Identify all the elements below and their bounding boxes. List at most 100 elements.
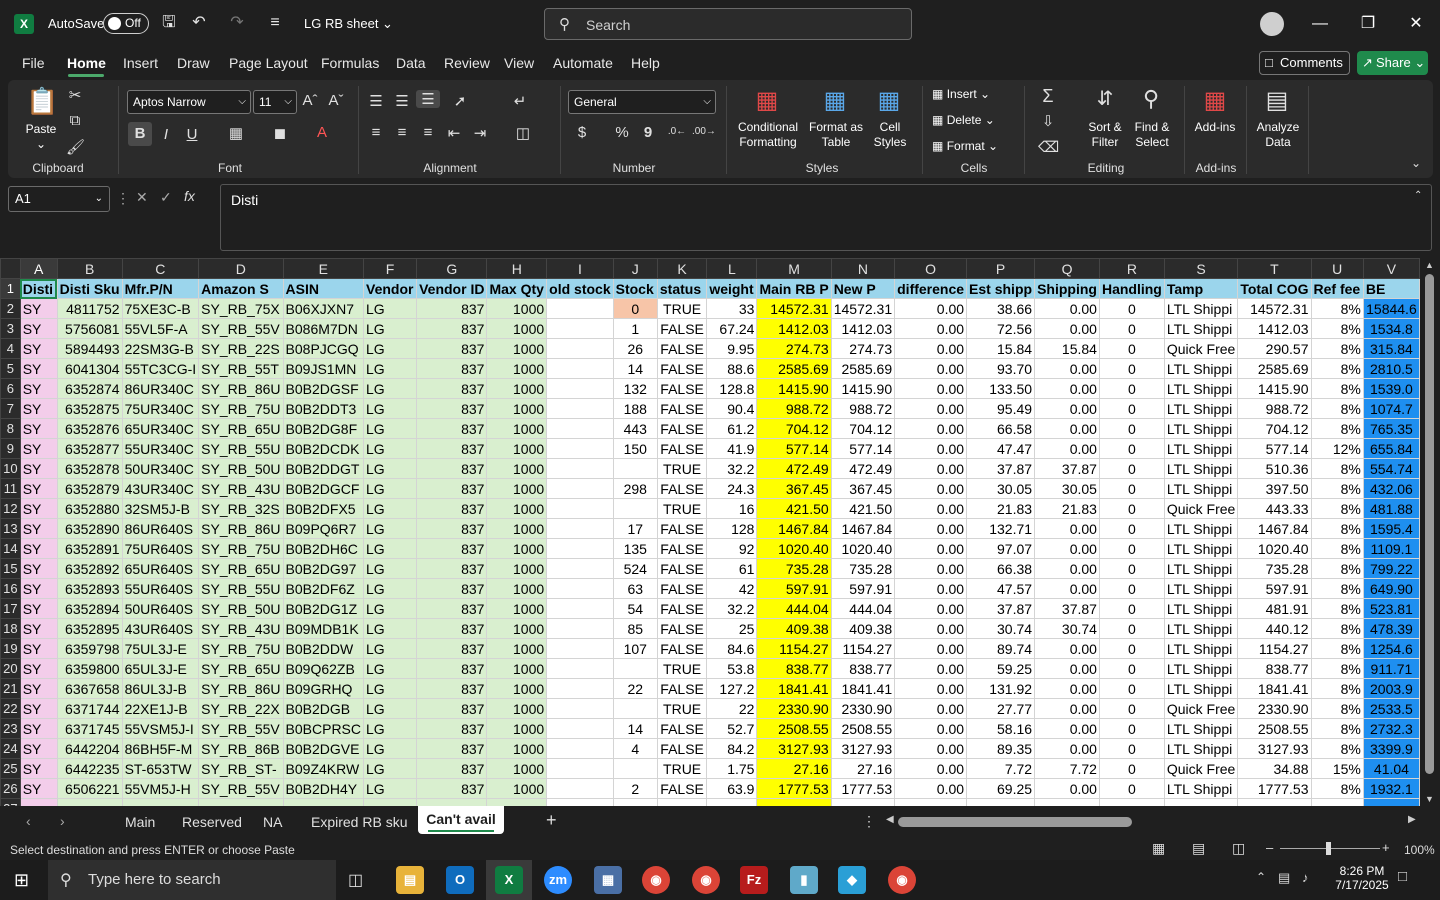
cell[interactable]: 765.35 [1362,418,1420,439]
cell[interactable]: FALSE [656,418,708,439]
tab-help[interactable]: Help [631,55,660,71]
cell[interactable]: 367.45 [830,478,896,499]
scroll-right-icon[interactable]: ▶ [1408,814,1416,825]
cell[interactable] [546,518,614,539]
cell[interactable]: B0B2DGCF [282,478,365,499]
cell[interactable]: LTL Shippi [1163,378,1239,399]
row-header[interactable]: 26 [0,778,21,799]
cell[interactable]: 1932.1 [1362,778,1420,799]
cell[interactable]: 0.00 [1034,518,1100,539]
cell[interactable]: 0.00 [1034,538,1100,559]
cell[interactable]: 0 [1098,418,1165,439]
cell[interactable]: 649.90 [1362,578,1420,599]
prev-sheet-icon[interactable]: ‹ [26,813,31,829]
cell[interactable]: FALSE [656,638,708,659]
column-title-cell[interactable]: Shipping [1034,278,1100,299]
cell[interactable]: 65UR640S [121,558,200,579]
cell[interactable]: 597.91 [1237,578,1312,599]
row-header[interactable]: 15 [0,558,21,579]
sheet-tab-expired[interactable]: Expired RB sku [311,814,407,830]
cell[interactable]: 0.00 [894,378,968,399]
tab-split-handle[interactable]: ⋮ [862,813,876,830]
cell[interactable]: 837 [416,678,488,699]
cell[interactable]: B0B2DGVE [282,738,365,759]
cell[interactable]: LTL Shippi [1163,358,1239,379]
cell[interactable]: SY_RB_86U [198,678,284,699]
analyze-data-button[interactable]: Analyze Data [1252,120,1304,150]
cell[interactable]: 22 [706,698,758,719]
cell[interactable]: 30.05 [1034,478,1100,499]
cell[interactable]: TRUE [656,498,708,519]
cell[interactable]: 15.84 [966,338,1036,359]
column-title-cell[interactable]: Est shipp [966,278,1036,299]
cell[interactable]: 67.24 [706,318,758,339]
cell[interactable]: 2585.69 [1237,358,1312,379]
zoom-out-icon[interactable]: – [1266,840,1273,855]
cell[interactable]: B06XJXN7 [282,298,365,319]
tray-chevron-icon[interactable]: ⌃ [1256,870,1266,884]
cell[interactable]: 1534.8 [1362,318,1420,339]
cell[interactable]: B08PJCGQ [282,338,365,359]
cell[interactable]: 1000 [486,738,548,759]
close-icon[interactable]: ✕ [1404,12,1428,36]
row-header[interactable]: 22 [0,698,21,719]
collapse-ribbon-icon[interactable]: ⌄ [1408,156,1424,170]
cell[interactable]: B09MDB1K [282,618,365,639]
cell[interactable]: SY [19,538,58,559]
cell[interactable]: 0 [1098,478,1165,499]
column-header-b[interactable]: B [56,258,123,279]
cell[interactable]: 75UL3J-E [121,638,200,659]
cell[interactable]: SY [19,718,58,739]
cell[interactable]: 43UR340C [121,478,200,499]
cell[interactable]: 0.00 [894,498,968,519]
cell[interactable]: 75UR340C [121,398,200,419]
cell[interactable]: SY_RB_65U [198,418,284,439]
cell[interactable] [1034,798,1100,806]
comma-style-button[interactable]: 9 [640,124,656,141]
cell[interactable]: TRUE [656,758,708,779]
column-title-cell[interactable]: New P [830,278,896,299]
page-layout-view-icon[interactable]: ▤ [1192,840,1205,857]
row-header[interactable]: 24 [0,738,21,759]
cell[interactable]: 85 [612,618,658,639]
cell[interactable]: 1841.41 [830,678,896,699]
insert-cells-button[interactable]: ▦ Insert ⌄ [932,87,1012,102]
cell[interactable]: SY_RB_22X [198,698,284,719]
cell[interactable]: 988.72 [756,398,832,419]
cell[interactable]: 15844.6 [1362,298,1420,319]
column-header-u[interactable]: U [1310,258,1364,279]
cell[interactable]: B09PQ6R7 [282,518,365,539]
cell[interactable]: 837 [416,378,488,399]
document-title[interactable]: LG RB sheet ⌄ [304,16,393,32]
cell[interactable]: 2508.55 [830,718,896,739]
cell[interactable] [656,798,708,806]
cell[interactable]: 837 [416,618,488,639]
cell[interactable]: 1154.27 [830,638,896,659]
cell[interactable]: 0.00 [1034,738,1100,759]
cell[interactable]: 0 [1098,538,1165,559]
cell[interactable]: B09Q62ZB [282,658,365,679]
cell[interactable] [612,758,658,779]
format-as-table-button[interactable]: Format as Table [806,120,866,150]
cell[interactable]: 14572.31 [1237,298,1312,319]
cell[interactable]: 0.00 [894,578,968,599]
cell[interactable]: B086M7DN [282,318,365,339]
cell[interactable]: LTL Shippi [1163,538,1239,559]
cell[interactable]: 837 [416,478,488,499]
cell[interactable]: SY_RB_50U [198,598,284,619]
cell[interactable]: 838.77 [830,658,896,679]
cell[interactable]: 837 [416,418,488,439]
cell[interactable] [1163,798,1239,806]
cell[interactable]: B0B2DGB [282,698,365,719]
cell[interactable]: 6352875 [56,398,123,419]
cell[interactable]: 837 [416,778,488,799]
cell[interactable]: 8% [1310,318,1364,339]
volume-icon[interactable]: ♪ [1302,870,1309,885]
cell[interactable]: 6352876 [56,418,123,439]
cell[interactable]: 421.50 [830,498,896,519]
paste-icon[interactable]: 📋 [26,86,58,120]
cell[interactable] [546,638,614,659]
restore-icon[interactable]: ❐ [1356,12,1380,36]
cell[interactable]: 8% [1310,638,1364,659]
cell[interactable]: 2003.9 [1362,678,1420,699]
